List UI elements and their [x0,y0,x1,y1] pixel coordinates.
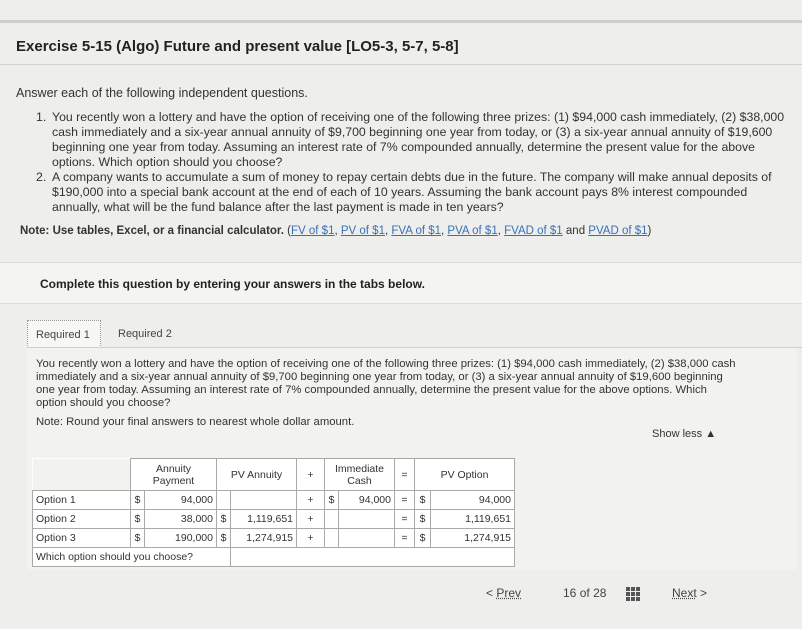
chevron-right-icon: > [700,586,708,600]
pv-annuity-input[interactable]: 1,274,915 [230,528,297,548]
table-row: Option 1 $ 94,000 + $ 94,000 = $ 94,000 [32,490,515,510]
plus-sign: + [296,509,325,529]
prev-label: Prev [496,586,522,600]
equals-sign: = [394,528,415,548]
immediate-cash-input[interactable] [338,528,395,548]
immediate-cash-input[interactable] [338,509,395,529]
panel-question-text: You recently won a lottery and have the … [36,358,736,409]
next-button[interactable]: Next > [672,586,707,600]
row-label: Option 3 [32,528,131,548]
link-fv-of-1[interactable]: FV of $1 [291,225,334,237]
dollar-sign: $ [130,509,145,529]
pv-annuity-input[interactable] [230,490,297,510]
dollar-sign [216,490,231,510]
link-pva-of-1[interactable]: PVA of $1 [447,225,497,237]
panel-note: Note: Round your final answers to neares… [36,416,355,428]
question-list: 1. You recently won a lottery and have t… [36,110,798,215]
dollar-sign: $ [414,528,431,548]
title-divider [0,64,802,65]
choice-input[interactable] [230,547,515,567]
tab-required-2[interactable]: Required 2 [110,320,190,348]
link-pv-of-1[interactable]: PV of $1 [341,225,385,237]
dollar-sign [324,509,339,529]
note-prefix: Note: Use tables, Excel, or a financial … [20,225,284,237]
show-less-toggle[interactable]: Show less ▲ [652,428,716,440]
dollar-sign: $ [216,509,231,529]
question-grid-icon[interactable] [626,587,640,601]
link-fva-of-1[interactable]: FVA of $1 [391,225,441,237]
header-annuity-payment: Annuity Payment [130,458,217,491]
dollar-sign: $ [324,490,339,510]
dollar-sign: $ [414,509,431,529]
pv-option-input[interactable]: 1,274,915 [430,528,515,548]
question-text: A company wants to accumulate a sum of m… [52,170,772,214]
show-less-label: Show less [652,428,703,440]
prev-button[interactable]: < Prev [486,586,521,600]
annuity-payment-input[interactable]: 38,000 [144,509,217,529]
dollar-sign: $ [130,528,145,548]
header-immediate-cash: Immediate Cash [324,458,395,491]
top-divider [0,20,802,23]
note-line: Note: Use tables, Excel, or a financial … [20,225,652,237]
chevron-left-icon: < [486,586,494,600]
header-equals: = [394,458,415,491]
annuity-payment-input[interactable]: 94,000 [144,490,217,510]
pv-option-input[interactable]: 1,119,651 [430,509,515,529]
equals-sign: = [394,509,415,529]
page-current: 16 [563,586,577,600]
page-of: of [579,586,590,600]
dollar-sign: $ [216,528,231,548]
question-number: 1. [36,110,47,124]
row-label: Option 2 [32,509,131,529]
caret-up-icon: ▲ [705,428,717,440]
dollar-sign: $ [414,490,431,510]
question-item: 2. A company wants to accumulate a sum o… [36,170,798,215]
pv-option-input[interactable]: 94,000 [430,490,515,510]
tab-required-1[interactable]: Required 1 [27,320,101,348]
header-blank [32,458,131,491]
pv-annuity-input[interactable]: 1,119,651 [230,509,297,529]
choice-label: Which option should you choose? [32,547,231,567]
header-pv-annuity: PV Annuity [216,458,297,491]
table-row: Option 2 $ 38,000 $ 1,119,651 + = $ 1,11… [32,509,515,529]
table-header-row: Annuity Payment PV Annuity + Immediate C… [32,458,515,491]
question-number: 2. [36,170,47,184]
equals-sign: = [394,490,415,510]
link-pvad-of-1[interactable]: PVAD of $1 [588,225,647,237]
immediate-cash-input[interactable]: 94,000 [338,490,395,510]
link-fvad-of-1[interactable]: FVAD of $1 [504,225,563,237]
dollar-sign [324,528,339,548]
exercise-title: Exercise 5-15 (Algo) Future and present … [16,38,459,55]
question-text: You recently won a lottery and have the … [52,110,785,169]
header-pv-option: PV Option [414,458,515,491]
note-and: and [565,225,586,237]
row-label: Option 1 [32,490,131,510]
next-label: Next [672,586,697,600]
page-total: 28 [593,586,607,600]
page-indicator: 16 of 28 [563,586,606,600]
annuity-payment-input[interactable]: 190,000 [144,528,217,548]
complete-text: Complete this question by entering your … [40,277,425,291]
plus-sign: + [296,490,325,510]
table-row: Option 3 $ 190,000 $ 1,274,915 + = $ 1,2… [32,528,515,548]
dollar-sign: $ [130,490,145,510]
pv-options-table: Annuity Payment PV Annuity + Immediate C… [32,458,515,567]
header-plus: + [296,458,325,491]
question-item: 1. You recently won a lottery and have t… [36,110,798,170]
choice-row: Which option should you choose? [32,547,515,567]
instructions-text: Answer each of the following independent… [16,86,308,100]
plus-sign: + [296,528,325,548]
